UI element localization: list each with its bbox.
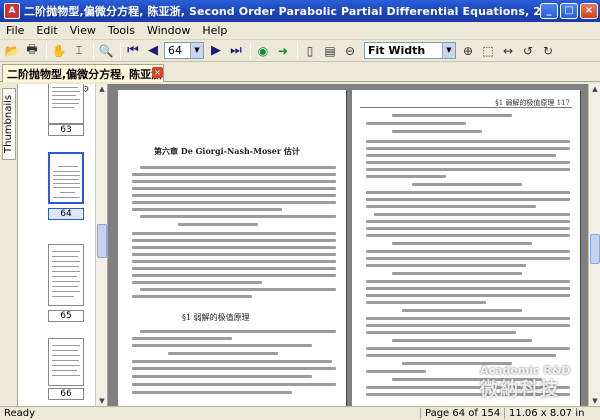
- page-64: 第六章 De Giorgi-Nash-Moser 估计 §1 弱解的极值原理: [118, 90, 346, 406]
- status-bar: Ready Page 64 of 154 11.06 x 8.07 in: [0, 406, 600, 420]
- header-rule: [360, 107, 572, 108]
- single-page-icon[interactable]: ▯: [301, 42, 319, 60]
- scroll-up-icon[interactable]: ▲: [590, 84, 600, 94]
- maximize-button[interactable]: □: [560, 3, 578, 19]
- rotate-right-icon[interactable]: ↻: [539, 42, 557, 60]
- menu-view[interactable]: View: [64, 24, 102, 37]
- title-bar[interactable]: A 二阶抛物型,偏微分方程, 陈亚浙, Second Order Parabol…: [0, 0, 600, 22]
- toolbar-separator: [297, 42, 298, 59]
- find-icon[interactable]: 🔍: [97, 42, 115, 60]
- hand-tool-icon[interactable]: ✋: [50, 42, 68, 60]
- next-page-icon[interactable]: ▶: [207, 42, 225, 60]
- thumbnail-label: 64: [48, 208, 84, 220]
- forward-icon[interactable]: ➜: [274, 42, 292, 60]
- status-text: Ready: [4, 408, 36, 419]
- scroll-down-icon[interactable]: ▼: [97, 396, 107, 406]
- window-title: 二阶抛物型,偏微分方程, 陈亚浙, Second Order Parabolic…: [24, 5, 540, 18]
- scrollbar-thumb[interactable]: [97, 224, 107, 258]
- thumbnail-scrollbar[interactable]: ▲ ▼: [95, 84, 107, 406]
- toolbar-separator: [250, 42, 251, 59]
- thumbnail-list: 63 64 65 66: [18, 84, 96, 406]
- scroll-up-icon[interactable]: ▲: [97, 84, 107, 94]
- print-icon[interactable]: 🖶: [23, 42, 41, 60]
- prev-page-icon[interactable]: ◀: [144, 42, 162, 60]
- thumbnail-label: 65: [48, 310, 84, 322]
- chapter-title: 第六章 De Giorgi-Nash-Moser 估计: [154, 146, 300, 156]
- document-scrollbar[interactable]: ▲ ▼: [588, 84, 600, 406]
- thumbnail-panel: ⚙ × 63 64 65 66 ▲ ▼: [18, 84, 108, 406]
- menu-file[interactable]: File: [0, 24, 30, 37]
- open-icon[interactable]: 📂: [3, 42, 21, 60]
- menu-edit[interactable]: Edit: [30, 24, 63, 37]
- toolbar-separator: [120, 42, 121, 59]
- zoom-in-icon[interactable]: ⊕: [459, 42, 477, 60]
- last-page-icon[interactable]: ⏭: [227, 42, 245, 60]
- zoom-select[interactable]: Fit Width ▼: [364, 42, 456, 59]
- fit-width-icon[interactable]: ↔: [499, 42, 517, 60]
- thumbnail-page-selected[interactable]: [48, 152, 84, 204]
- close-button[interactable]: ×: [580, 3, 598, 19]
- thumbnail-page[interactable]: [48, 244, 84, 306]
- document-tab[interactable]: 二阶抛物型,偏微分方程, 陈亚浙...: [2, 64, 164, 82]
- thumbnail-page[interactable]: [48, 84, 84, 124]
- page-65: §1 弱解的极值原理 117: [352, 90, 580, 406]
- menu-tools[interactable]: Tools: [102, 24, 141, 37]
- rotate-left-icon[interactable]: ↺: [519, 42, 537, 60]
- scroll-down-icon[interactable]: ▼: [590, 396, 600, 406]
- pdf-icon: A: [4, 3, 20, 19]
- document-tab-bar: 二阶抛物型,偏微分方程, 陈亚浙... ×: [0, 62, 600, 82]
- continuous-page-icon[interactable]: ▤: [321, 42, 339, 60]
- zoom-out-icon[interactable]: ⊖: [341, 42, 359, 60]
- menu-bar: File Edit View Tools Window Help: [0, 22, 600, 40]
- page-indicator: Page 64 of 154: [420, 408, 504, 419]
- chevron-down-icon[interactable]: ▼: [190, 43, 203, 58]
- fit-page-icon[interactable]: ⬚: [479, 42, 497, 60]
- thumbnail-page[interactable]: [48, 338, 84, 386]
- zoom-value: Fit Width: [368, 44, 426, 57]
- minimize-button[interactable]: _: [540, 3, 558, 19]
- page-size: 11.06 x 8.07 in: [504, 408, 600, 419]
- close-icon[interactable]: ×: [152, 67, 163, 78]
- watermark: Academic R&D 微納科技: [480, 364, 571, 401]
- toolbar-separator: [93, 42, 94, 59]
- page-number-value: 64: [168, 44, 182, 57]
- sidebar-tab-strip: Thumbnails: [0, 84, 18, 406]
- document-tab-label: 二阶抛物型,偏微分方程, 陈亚浙...: [7, 67, 164, 81]
- select-tool-icon[interactable]: ⌶: [70, 42, 88, 60]
- menu-help[interactable]: Help: [196, 24, 233, 37]
- section-title: §1 弱解的极值原理: [182, 313, 250, 322]
- page-number-field[interactable]: 64 ▼: [164, 42, 204, 59]
- chevron-down-icon[interactable]: ▼: [442, 43, 455, 58]
- first-page-icon[interactable]: ⏮: [124, 42, 142, 60]
- app-window: A 二阶抛物型,偏微分方程, 陈亚浙, Second Order Parabol…: [0, 0, 600, 420]
- back-icon[interactable]: ◉: [254, 42, 272, 60]
- scrollbar-thumb[interactable]: [590, 234, 600, 264]
- document-view[interactable]: 第六章 De Giorgi-Nash-Moser 估计 §1 弱解的极值原理 §…: [108, 84, 588, 406]
- menu-window[interactable]: Window: [141, 24, 196, 37]
- thumbnail-label: 66: [48, 388, 84, 400]
- toolbar-separator: [46, 42, 47, 59]
- toolbar: 📂 🖶 ✋ ⌶ 🔍 ⏮ ◀ 64 ▼ ▶ ⏭ ◉ ➜ ▯ ▤ ⊖ Fit Wid…: [0, 40, 600, 62]
- tab-thumbnails[interactable]: Thumbnails: [2, 88, 16, 160]
- watermark-line2: 微納科技: [480, 379, 560, 400]
- thumbnail-label: 63: [48, 124, 84, 136]
